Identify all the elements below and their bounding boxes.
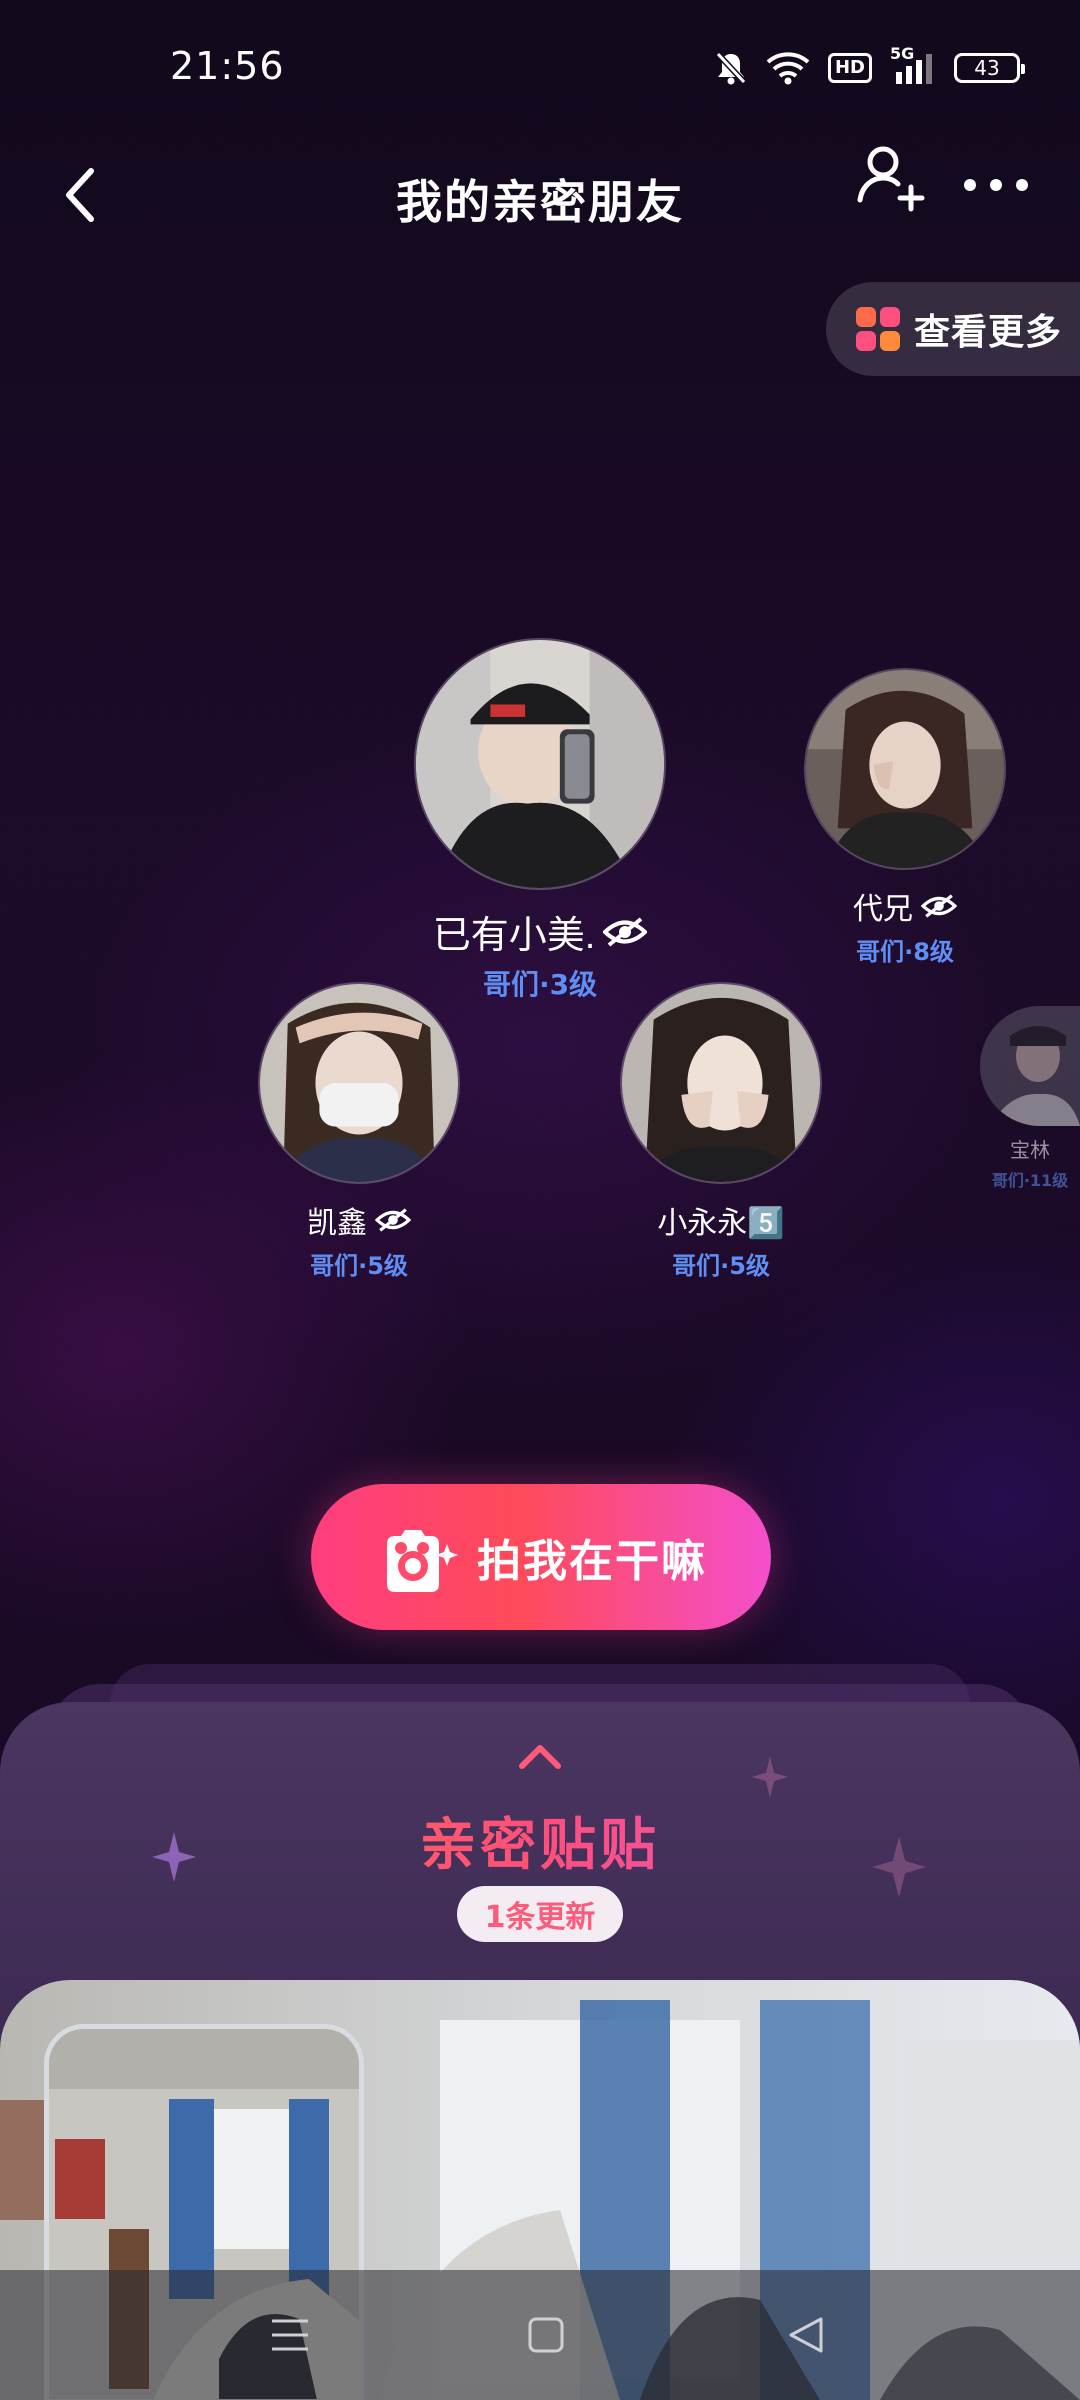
avatar[interactable]: [258, 982, 460, 1184]
friend-name: 代兄: [853, 893, 913, 926]
app-grid-icon: [856, 307, 900, 351]
wifi-icon: [766, 51, 810, 85]
section-title: 亲密贴贴: [0, 1800, 1080, 1881]
friend-name-row: 小永永5️⃣: [657, 1198, 784, 1242]
friend-name: 已有小美.: [432, 915, 596, 957]
avatar[interactable]: [414, 638, 666, 890]
friend-level: 哥们·5级: [672, 1252, 770, 1280]
add-friend-button[interactable]: [850, 140, 930, 220]
friend-bubble[interactable]: 代兄 哥们·8级: [790, 668, 1020, 967]
bell-muted-icon: [714, 50, 748, 86]
more-options-button[interactable]: [960, 160, 1032, 210]
friend-level: 哥们·8级: [856, 938, 954, 966]
snap-me-button[interactable]: 拍我在干嘛: [311, 1484, 771, 1630]
friend-name-row: 代兄: [853, 884, 957, 928]
battery-icon: 43: [954, 53, 1025, 83]
update-badge[interactable]: 1条更新: [457, 1886, 623, 1942]
nav-home-button[interactable]: [516, 2310, 576, 2360]
friend-name-row: 已有小美.: [433, 904, 648, 959]
dot-icon: [964, 179, 976, 191]
add-user-icon: [857, 146, 925, 212]
chevron-up-icon[interactable]: [516, 1740, 564, 1772]
header: 我的亲密朋友: [0, 140, 1080, 250]
hd-badge: HD: [827, 53, 872, 83]
friend-name: 凯鑫: [307, 1207, 367, 1240]
eye-hidden-icon: [375, 1208, 411, 1232]
dot-icon: [1016, 179, 1028, 191]
nav-menu-button[interactable]: [260, 2310, 320, 2360]
menu-icon: [272, 2319, 308, 2351]
battery-level: 43: [974, 56, 1000, 80]
friend-name-row: 宝林: [980, 1134, 1080, 1163]
home-square-icon: [528, 2317, 564, 2353]
status-icons: HD 5G 43: [714, 44, 1025, 88]
view-more-label: 查看更多: [914, 312, 1063, 353]
friend-name-row: 凯鑫: [307, 1198, 411, 1242]
back-triangle-icon: [789, 2317, 823, 2353]
dot-icon: [990, 179, 1002, 191]
friend-bubble[interactable]: 宝林 哥们·11级: [980, 1006, 1080, 1191]
avatar[interactable]: [980, 1006, 1080, 1126]
cellular-signal-icon: 5G: [890, 44, 936, 86]
friend-level: 哥们·3级: [482, 968, 598, 1001]
status-time: 21:56: [170, 44, 285, 88]
friend-bubble[interactable]: 凯鑫 哥们·5级: [244, 982, 474, 1281]
avatar[interactable]: [620, 982, 822, 1184]
eye-hidden-icon: [603, 916, 648, 947]
friend-name: 宝林: [1010, 1140, 1050, 1162]
friend-bubble[interactable]: 已有小美. 哥们·3级: [380, 638, 700, 1003]
friend-name: 小永永5️⃣: [657, 1207, 785, 1240]
status-bar: 21:56 HD 5G 43: [0, 0, 1080, 140]
avatar[interactable]: [804, 668, 1006, 870]
friend-level: 哥们·5级: [310, 1252, 408, 1280]
eye-hidden-icon: [921, 894, 957, 918]
friend-level: 哥们·11级: [991, 1171, 1069, 1190]
nav-back-button[interactable]: [776, 2310, 836, 2360]
system-nav-bar: [0, 2270, 1080, 2400]
view-more-button[interactable]: 查看更多: [826, 282, 1080, 376]
network-type-label: 5G: [890, 44, 915, 63]
friend-bubble[interactable]: 小永永5️⃣ 哥们·5级: [606, 982, 836, 1281]
snap-me-label: 拍我在干嘛: [477, 1536, 707, 1587]
sparkle-icon: [752, 1756, 788, 1798]
camera-sparkle-icon: [387, 1530, 458, 1592]
